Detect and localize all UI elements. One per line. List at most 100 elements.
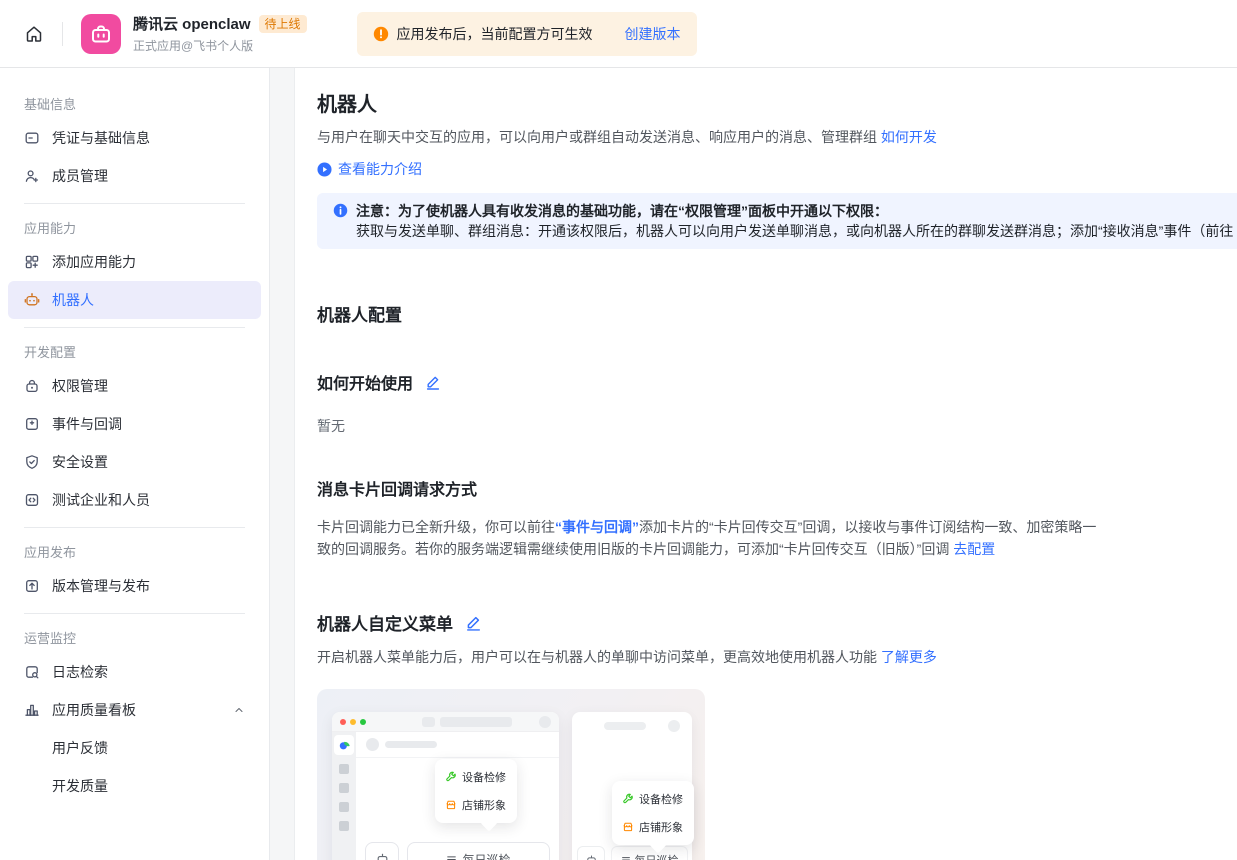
page-title: 机器人 (317, 88, 1237, 117)
notice-line2: 获取与发送单聊、群组消息：开通该权限后，机器人可以向用户发送单聊消息，或向机器人… (356, 221, 1233, 241)
sidebar-section-basic-info: 基础信息 (24, 94, 245, 113)
sidebar-item-credentials[interactable]: 凭证与基础信息 (8, 119, 261, 157)
status-badge: 待上线 (259, 15, 307, 33)
sidebar-item-label: 安全设置 (52, 452, 108, 472)
robot-button (577, 846, 605, 860)
banner-text: 应用发布后，当前配置方可生效 (397, 24, 593, 44)
traffic-light-green (360, 719, 366, 725)
sidebar-section-release: 应用发布 (24, 542, 245, 561)
play-circle-icon[interactable] (317, 162, 332, 177)
sidebar-item-label: 版本管理与发布 (52, 576, 150, 596)
publish-warning-banner: 应用发布后，当前配置方可生效 创建版本 (357, 12, 697, 56)
wrench-icon (622, 793, 634, 805)
sidebar-item-log-search[interactable]: 日志检索 (8, 653, 261, 691)
sidebar-item-label: 日志检索 (52, 662, 108, 682)
go-configure-link[interactable]: 去配置 (953, 541, 995, 557)
main-content: 机器人 与用户在聊天中交互的应用，可以向用户或群组自动发送消息、响应用户的消息、… (295, 68, 1237, 860)
sidebar-item-test-company[interactable]: 测试企业和人员 (8, 481, 261, 519)
sidebar-item-label: 开发质量 (52, 776, 108, 796)
bar-chart-icon (24, 702, 40, 718)
edit-icon[interactable] (425, 374, 441, 390)
user-add-icon (24, 168, 40, 184)
robot-icon (585, 854, 598, 860)
sidebar-divider (24, 527, 245, 528)
sidebar-gutter (270, 68, 295, 860)
card-callback-description: 卡片回调能力已全新升级，你可以前往“事件与回调”添加卡片的“卡片回传交互”回调，… (317, 516, 1107, 560)
daily-inspection-input: 每日巡检 (407, 842, 550, 860)
placeholder (385, 741, 437, 748)
sidebar-section-monitoring: 运营监控 (24, 628, 245, 647)
sidebar-item-members[interactable]: 添加应用能力 成员管理 (8, 157, 261, 195)
callback-text-1: 卡片回调能力已全新升级，你可以前往 (317, 519, 555, 535)
placeholder (339, 783, 349, 793)
sidebar-section-capabilities: 应用能力 (24, 218, 245, 237)
menu-item-label: 店铺形象 (462, 797, 506, 813)
sidebar-item-label: 测试企业和人员 (52, 490, 150, 510)
sidebar-item-quality-dashboard[interactable]: 应用质量看板 (8, 691, 261, 729)
sidebar-item-label: 添加应用能力 (52, 252, 136, 272)
sidebar-item-version-release[interactable]: 版本管理与发布 (8, 567, 261, 605)
code-icon (24, 492, 40, 508)
capability-intro-link[interactable]: 查看能力介绍 (338, 159, 422, 179)
description-text: 与用户在聊天中交互的应用，可以向用户或群组自动发送消息、响应用户的消息、管理群组 (317, 129, 877, 145)
sidebar-item-dev-quality[interactable]: 开发质量 (0, 767, 269, 805)
sidebar-item-user-feedback[interactable]: 用户反馈 (0, 729, 269, 767)
permission-notice: 注意：为了使机器人具有收发消息的基础功能，请在“权限管理”面板中开通以下权限： … (317, 193, 1237, 249)
custom-menu-description: 开启机器人菜单能力后，用户可以在与机器人的单聊中访问菜单，更高效地使用机器人功能… (317, 647, 1237, 667)
custom-menu-title: 机器人自定义菜单 (317, 610, 453, 635)
placeholder (339, 764, 349, 774)
top-header: 腾讯云 openclaw 待上线 正式应用@飞书个人版 应用发布后，当前配置方可… (0, 0, 1237, 68)
learn-more-link[interactable]: 了解更多 (881, 649, 937, 665)
placeholder (339, 821, 349, 831)
how-to-start-title: 如何开始使用 (317, 370, 413, 394)
menu-desc-text: 开启机器人菜单能力后，用户可以在与机器人的单聊中访问菜单，更高效地使用机器人功能 (317, 649, 881, 665)
grid-add-icon (24, 254, 40, 270)
events-callback-link[interactable]: “事件与回调” (555, 519, 639, 535)
robot-button (365, 842, 399, 860)
lock-icon (24, 378, 40, 394)
robot-icon (24, 292, 40, 308)
daily-inspection-input: 每日巡检 (611, 846, 688, 860)
event-callback-icon (24, 416, 40, 432)
input-label: 每日巡检 (462, 851, 510, 860)
how-to-develop-link[interactable]: 如何开发 (881, 129, 937, 145)
how-to-start-value: 暂无 (317, 416, 1237, 436)
sidebar-item-label: 凭证与基础信息 (52, 128, 150, 148)
sidebar-item-permissions[interactable]: 权限管理 (8, 367, 261, 405)
create-version-link[interactable]: 创建版本 (625, 24, 681, 44)
sidebar-item-label: 用户反馈 (52, 738, 108, 758)
sidebar-item-label: 应用质量看板 (52, 700, 136, 720)
shield-check-icon (24, 454, 40, 470)
wrench-icon (445, 771, 457, 783)
hamburger-icon (446, 854, 457, 860)
warning-icon (373, 26, 389, 42)
sidebar-item-bot[interactable]: 机器人 (8, 281, 261, 319)
sidebar-item-label: 机器人 (52, 290, 94, 310)
app-subtitle: 正式应用@飞书个人版 (133, 37, 307, 54)
storefront-icon (445, 799, 457, 811)
sidebar-item-label: 权限管理 (52, 376, 108, 396)
menu-item-label: 店铺形象 (639, 819, 683, 835)
menu-item-label: 设备检修 (462, 769, 506, 785)
bot-menu-preview-image: 每日巡检 设备检修 (317, 689, 705, 860)
feishu-logo-icon (334, 735, 354, 755)
sidebar-divider (24, 613, 245, 614)
bot-menu-popup: 设备检修 店铺形象 (612, 781, 694, 845)
placeholder (539, 716, 551, 728)
sidebar-divider (24, 327, 245, 328)
sidebar-item-events[interactable]: 事件与回调 (8, 405, 261, 443)
sidebar-item-add-capability[interactable]: 添加应用能力 (8, 243, 261, 281)
chevron-up-icon (233, 704, 245, 716)
placeholder (668, 720, 680, 732)
sidebar-item-label: 事件与回调 (52, 414, 122, 434)
traffic-light-yellow (350, 719, 356, 725)
home-icon[interactable] (16, 16, 52, 52)
placeholder (422, 717, 435, 727)
app-logo (81, 14, 121, 54)
card-callback-title: 消息卡片回调请求方式 (317, 476, 1237, 500)
page-description: 与用户在聊天中交互的应用，可以向用户或群组自动发送消息、响应用户的消息、管理群组… (317, 127, 1237, 147)
sidebar: 基础信息 凭证与基础信息 添加应用能力 成员管理 应用能力 添加应用能力 (0, 68, 270, 860)
edit-icon[interactable] (465, 614, 482, 631)
sidebar-item-security[interactable]: 安全设置 (8, 443, 261, 481)
notice-line1: 注意：为了使机器人具有收发消息的基础功能，请在“权限管理”面板中开通以下权限： (356, 201, 1233, 221)
